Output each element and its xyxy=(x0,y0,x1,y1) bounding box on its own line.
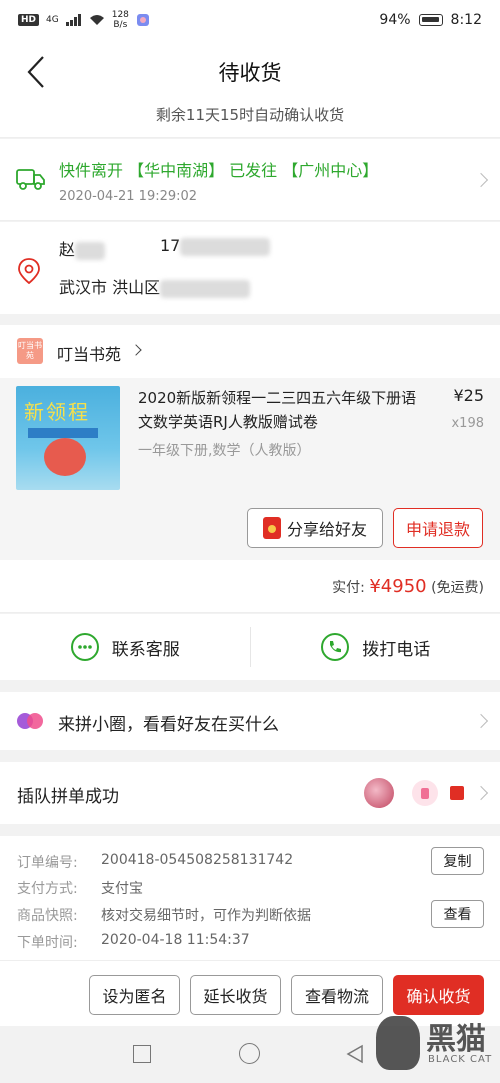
logistics-status: 快件离开 【华中南湖】 已发往 【广州中心】 xyxy=(59,161,379,180)
battery-icon xyxy=(418,14,443,26)
snapshot-label: 商品快照: xyxy=(17,908,78,924)
recipient-phone-text: 17 xyxy=(160,236,181,255)
friend-circle-row[interactable]: 来拼小圈，看看好友在买什么 xyxy=(0,692,500,750)
recipient-phone: 17 xyxy=(160,236,271,256)
home-button[interactable] xyxy=(239,1043,260,1064)
nav-bar: 待收货 xyxy=(0,40,500,104)
group-order-text: 插队拼单成功 xyxy=(17,787,119,807)
black-cat-watermark: 黑猫 BLACK CAT xyxy=(372,1010,496,1076)
status-left: HD 4G 128 B/s xyxy=(18,10,150,30)
status-bar: HD 4G 128 B/s 94% 8:12 xyxy=(0,0,500,40)
redacted-name xyxy=(75,241,106,260)
shop-logo: 叮当书苑 xyxy=(17,338,43,364)
order-info: 订单编号: 200418-054508258131742 复制 支付方式: 支付… xyxy=(0,836,500,960)
battery-percent: 94% xyxy=(379,12,411,28)
payment-label: 实付: xyxy=(332,580,365,596)
cat-logo-icon xyxy=(376,1016,420,1070)
order-time: 2020-04-18 11:54:37 xyxy=(101,932,250,948)
auto-confirm-tip: 剩余11天15时自动确认收货 xyxy=(0,104,500,138)
contact-service-button[interactable]: 联系客服 xyxy=(0,614,250,680)
chevron-right-icon xyxy=(130,344,142,356)
system-back-button[interactable] xyxy=(346,1044,364,1064)
watermark-subtext: BLACK CAT xyxy=(428,1054,493,1065)
phone-icon xyxy=(321,633,350,661)
location-pin-icon xyxy=(18,258,40,284)
address-line-text: 武汉市 洪山区 xyxy=(59,278,161,297)
product-image-apple xyxy=(44,438,86,476)
logistics-row[interactable]: 快件离开 【华中南湖】 已发往 【广州中心】 2020-04-21 19:29:… xyxy=(0,139,500,221)
page-title: 待收货 xyxy=(218,61,282,85)
anonymous-button[interactable]: 设为匿名 xyxy=(89,975,180,1015)
back-button[interactable] xyxy=(16,52,56,92)
product-image: 新领程 xyxy=(16,386,120,490)
shop-name: 叮当书苑 xyxy=(57,345,122,364)
product-quantity: x198 xyxy=(451,416,484,431)
shop-row[interactable]: 叮当书苑 叮当书苑 xyxy=(0,325,500,378)
chevron-left-icon xyxy=(27,56,44,88)
shopping-bag-icon xyxy=(412,780,438,806)
extend-receipt-button[interactable]: 延长收货 xyxy=(190,975,281,1015)
order-number-label: 订单编号: xyxy=(17,855,78,871)
friend-circle-icon xyxy=(17,713,43,729)
signal-icon xyxy=(65,14,81,26)
contact-row: 联系客服 拨打电话 xyxy=(0,614,500,680)
redacted-address xyxy=(160,279,251,298)
product-spec: 一年级下册,数学（人教版） xyxy=(138,443,311,459)
confirm-receipt-button[interactable]: 确认收货 xyxy=(393,975,484,1015)
view-snapshot-button[interactable]: 查看 xyxy=(431,900,484,928)
recents-button[interactable] xyxy=(133,1045,151,1063)
net-speed: 128 B/s xyxy=(112,10,129,30)
refund-button[interactable]: 申请退款 xyxy=(393,508,483,548)
product-image-title: 新领程 xyxy=(24,400,90,424)
recipient-name-text: 赵 xyxy=(59,240,76,259)
call-phone-label: 拨打电话 xyxy=(362,639,431,660)
payment-note: (免运费) xyxy=(431,580,484,596)
product-title: 2020新版新领程一二三四五六年级下册语文数学英语RJ人教版赠试卷 xyxy=(138,389,417,431)
red-packet-icon xyxy=(450,786,464,800)
network-type: 4G xyxy=(46,15,59,25)
redacted-phone xyxy=(180,237,271,256)
chat-bubble-icon xyxy=(70,633,99,661)
call-phone-button[interactable]: 拨打电话 xyxy=(251,614,500,680)
watermark-text: 黑猫 xyxy=(426,1022,486,1057)
hd-badge: HD xyxy=(18,14,40,26)
red-packet-icon xyxy=(262,517,281,539)
group-order-row[interactable]: 插队拼单成功 xyxy=(0,762,500,824)
copy-button[interactable]: 复制 xyxy=(431,847,484,875)
snapshot-value: 核对交易细节时，可作为判断依据 xyxy=(101,908,311,924)
order-time-label: 下单时间: xyxy=(17,935,78,951)
contact-service-label: 联系客服 xyxy=(111,639,180,660)
truck-icon xyxy=(16,169,45,190)
status-right: 94% 8:12 xyxy=(379,12,482,28)
payment-method-label: 支付方式: xyxy=(17,881,78,897)
avatar xyxy=(364,778,394,808)
net-speed-value: 128 xyxy=(111,10,129,20)
wifi-icon xyxy=(89,15,104,25)
chevron-right-icon xyxy=(473,785,489,801)
order-number: 200418-054508258131742 xyxy=(101,852,294,868)
share-button[interactable]: 分享给好友 xyxy=(247,508,383,548)
clock: 8:12 xyxy=(450,12,482,28)
share-button-label: 分享给好友 xyxy=(286,520,367,539)
payment-amount: ¥4950 xyxy=(369,576,427,597)
logistics-time: 2020-04-21 19:29:02 xyxy=(59,189,198,204)
recipient-name: 赵 xyxy=(59,236,106,260)
net-speed-unit: B/s xyxy=(113,20,128,30)
chevron-right-icon xyxy=(473,713,489,729)
address-row: 赵 17 武汉市 洪山区 xyxy=(0,222,500,314)
track-logistics-button[interactable]: 查看物流 xyxy=(291,975,383,1015)
address-line: 武汉市 洪山区 xyxy=(59,274,251,298)
payment-summary: 实付: ¥4950 (免运费) xyxy=(0,560,500,613)
product-image-band xyxy=(28,428,98,438)
app-notification-icon xyxy=(136,14,149,26)
product-card[interactable]: 新领程 2020新版新领程一二三四五六年级下册语文数学英语RJ人教版赠试卷 一年… xyxy=(0,378,500,560)
chevron-right-icon xyxy=(473,172,489,188)
product-price: ¥25 xyxy=(453,386,484,405)
payment-method: 支付宝 xyxy=(101,881,143,897)
friend-circle-text: 来拼小圈，看看好友在买什么 xyxy=(58,715,279,735)
